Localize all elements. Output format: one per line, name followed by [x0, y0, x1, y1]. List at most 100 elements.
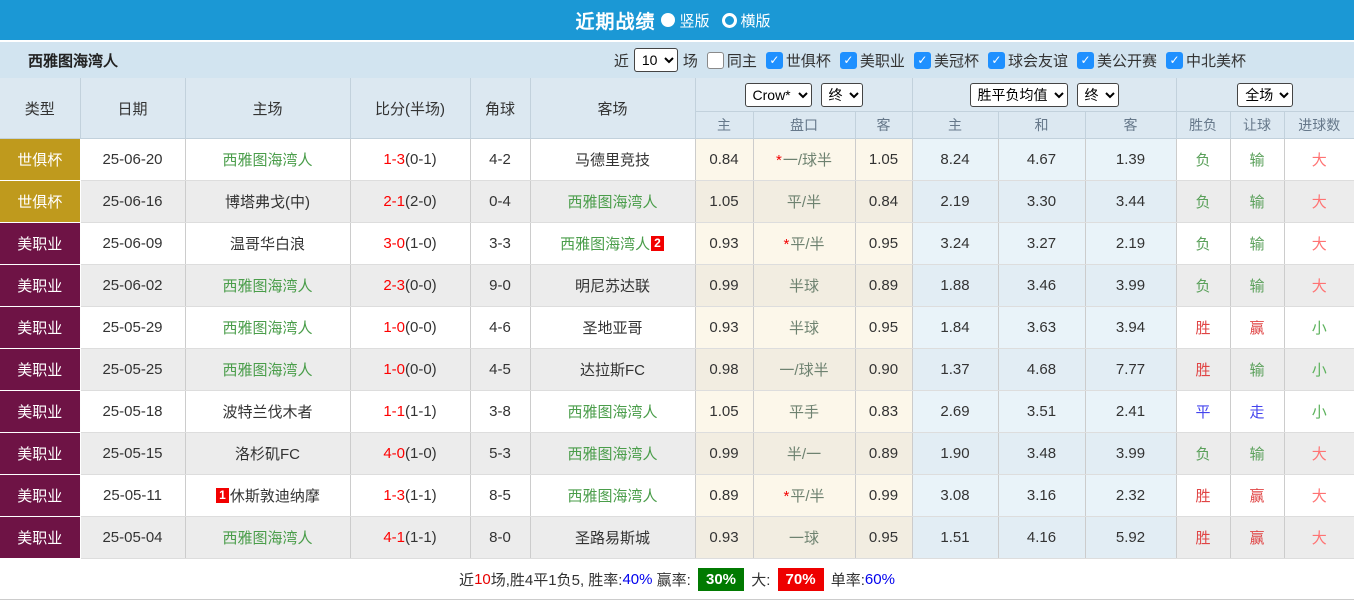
cell-home-team: 博塔弗戈(中) [185, 181, 350, 223]
cell-date: 25-05-18 [80, 391, 185, 433]
team-name: 休斯敦迪纳摩 [230, 488, 320, 505]
odds-time-select[interactable]: 终 [821, 83, 863, 107]
cell-goals: 小 [1284, 307, 1354, 349]
odds-value: 1.05 [869, 151, 898, 168]
cell-result: 胜 [1176, 349, 1230, 391]
cell-away-team: 圣地亚哥 [530, 307, 695, 349]
scope-select[interactable]: 全场 [1237, 83, 1293, 107]
cell-competition: 世俱杯 [0, 139, 80, 181]
cell-odds-handicap: 一球 [753, 517, 855, 559]
odds-company-select[interactable]: Crow* [745, 83, 812, 107]
col-header-handicap-result: 让球 [1230, 112, 1284, 139]
radio-label: 横版 [741, 10, 771, 31]
team-name: 博塔弗戈(中) [225, 194, 310, 211]
fulltime-score: 2-3 [383, 277, 405, 294]
handicap-line: 半球 [789, 320, 819, 337]
date: 25-05-25 [102, 361, 162, 378]
mean-time-select[interactable]: 终 [1077, 83, 1119, 107]
mean-value: 2.32 [1116, 487, 1145, 504]
cell-odds-handicap: *平/半 [753, 475, 855, 517]
cell-odds-away: 0.95 [855, 223, 912, 265]
team-name: 温哥华白浪 [230, 236, 305, 253]
rank-badge: 1 [216, 488, 229, 503]
handicap-line: 一/球半 [783, 152, 832, 169]
odds-value: 1.05 [709, 193, 738, 210]
cell-mean-home: 1.51 [912, 517, 998, 559]
competition-label: 美职业 [17, 278, 62, 295]
mean-type-select[interactable]: 胜平负均值 [970, 83, 1068, 107]
radio-unselected-icon[interactable] [722, 13, 737, 28]
mean-value: 4.16 [1027, 529, 1056, 546]
halftime-score: (1-1) [405, 487, 437, 504]
cell-away-team: 西雅图海湾人 [530, 181, 695, 223]
cell-mean-home: 2.69 [912, 391, 998, 433]
cell-odds-away: 0.90 [855, 349, 912, 391]
cell-competition: 美职业 [0, 433, 80, 475]
table-row: 美职业25-05-18波特兰伐木者1-1(1-1)3-8西雅图海湾人1.05平手… [0, 391, 1354, 433]
checkbox-checked[interactable]: ✓ [988, 52, 1005, 69]
team-name: 西雅图海湾人 [222, 320, 312, 337]
cell-away-team: 达拉斯FC [530, 349, 695, 391]
cell-handicap-result: 输 [1230, 349, 1284, 391]
mean-value: 3.63 [1027, 319, 1056, 336]
cell-odds-home: 0.99 [695, 433, 753, 475]
summary-segment: 10 [474, 571, 491, 588]
corner-score: 8-0 [489, 529, 511, 546]
team-name: 西雅图海湾人 [567, 446, 657, 463]
cell-competition: 美职业 [0, 223, 80, 265]
cell-home-team: 西雅图海湾人 [185, 349, 350, 391]
result-label: 负 [1196, 236, 1211, 253]
cell-date: 25-05-04 [80, 517, 185, 559]
cell-mean-draw: 3.63 [998, 307, 1085, 349]
checkbox-checked[interactable]: ✓ [840, 52, 857, 69]
cell-goals: 大 [1284, 139, 1354, 181]
filter-label: 美职业 [860, 50, 905, 71]
odds-value: 0.95 [869, 319, 898, 336]
mean-value: 4.68 [1027, 361, 1056, 378]
date: 25-06-09 [102, 235, 162, 252]
handicap-line: 平/半 [790, 488, 824, 505]
odds-value: 0.83 [869, 403, 898, 420]
mean-value: 3.24 [940, 235, 969, 252]
halftime-score: (0-0) [405, 361, 437, 378]
table-row: 美职业25-06-09温哥华白浪3-0(1-0)3-3西雅图海湾人20.93*平… [0, 223, 1354, 265]
col-header-mean-away: 客 [1085, 112, 1176, 139]
table-row: 世俱杯25-06-20西雅图海湾人1-3(0-1)4-2马德里竞技0.84*一/… [0, 139, 1354, 181]
mean-value: 3.30 [1027, 193, 1056, 210]
table-row: 美职业25-05-25西雅图海湾人1-0(0-0)4-5达拉斯FC0.98一/球… [0, 349, 1354, 391]
star-icon: * [783, 236, 789, 253]
rows: 世俱杯25-06-20西雅图海湾人1-3(0-1)4-2马德里竞技0.84*一/… [0, 139, 1354, 559]
results-table: 类型 日期 主场 比分(半场) 角球 客场 Crow* 终 胜平负均值 终 全场 [0, 78, 1354, 559]
checkbox-unchecked[interactable] [707, 52, 724, 69]
result-label: 胜 [1196, 362, 1211, 379]
cell-odds-home: 1.05 [695, 391, 753, 433]
halftime-score: (1-0) [405, 235, 437, 252]
checkbox-checked[interactable]: ✓ [766, 52, 783, 69]
checkbox-checked[interactable]: ✓ [1077, 52, 1094, 69]
cell-score: 4-0(1-0) [350, 433, 470, 475]
cell-competition: 世俱杯 [0, 181, 80, 223]
cell-odds-handicap: 半球 [753, 265, 855, 307]
col-header-date: 日期 [80, 78, 185, 139]
odds-value: 0.98 [709, 361, 738, 378]
filter-label: 同主 [727, 50, 757, 71]
cell-competition: 美职业 [0, 391, 80, 433]
cell-mean-draw: 4.67 [998, 139, 1085, 181]
checkbox-checked[interactable]: ✓ [914, 52, 931, 69]
cell-home-team: 1休斯敦迪纳摩 [185, 475, 350, 517]
cell-odds-home: 0.93 [695, 517, 753, 559]
team-name: 西雅图海湾人 [222, 362, 312, 379]
fulltime-score: 1-0 [383, 319, 405, 336]
checkbox-checked[interactable]: ✓ [1166, 52, 1183, 69]
mean-value: 1.90 [940, 445, 969, 462]
odds-value: 0.89 [869, 277, 898, 294]
cell-odds-handicap: 平/半 [753, 181, 855, 223]
cell-corner: 4-5 [470, 349, 530, 391]
match-count-select[interactable]: 10 [634, 48, 678, 72]
cell-mean-home: 1.37 [912, 349, 998, 391]
radio-selected-icon[interactable] [661, 13, 675, 27]
col-header-goals: 进球数 [1284, 112, 1354, 139]
cell-odds-home: 0.93 [695, 307, 753, 349]
cell-date: 25-06-16 [80, 181, 185, 223]
cell-away-team: 西雅图海湾人 [530, 391, 695, 433]
